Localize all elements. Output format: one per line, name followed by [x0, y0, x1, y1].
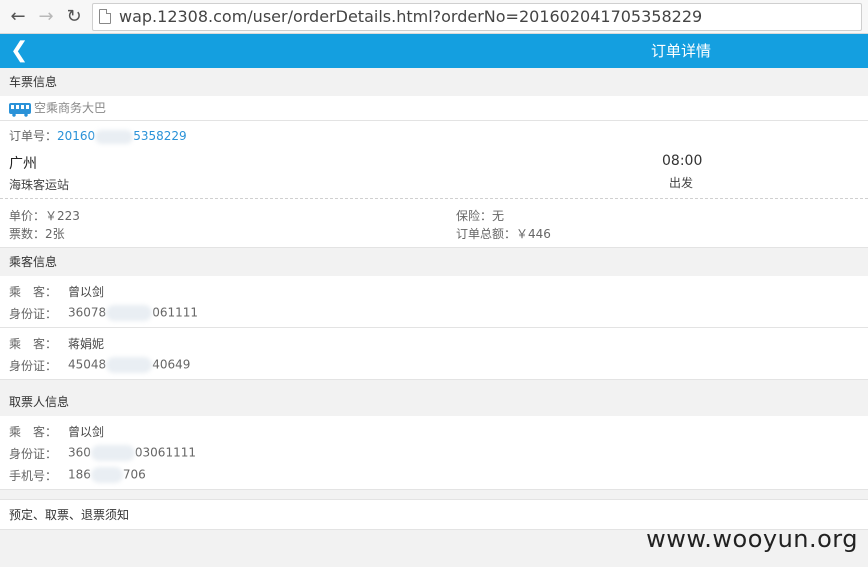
ticket-count: 票数：2张: [9, 225, 65, 242]
passenger-id: 36078 061111: [68, 305, 198, 321]
passenger-name-label: 乘 客：: [9, 285, 58, 299]
passenger-id-prefix: 36078: [68, 305, 107, 320]
watermark: www.wooyun.org: [646, 525, 858, 553]
redaction-blur: [106, 357, 153, 373]
pickup-name: 曾以剑: [68, 425, 105, 439]
passenger-id-prefix: 45048: [68, 357, 107, 372]
order-number-row: 订单号：20160 5358229: [0, 121, 868, 151]
departure-time: 08:00: [662, 153, 703, 169]
page-icon: [99, 9, 111, 24]
departure-city: 广州: [9, 156, 37, 172]
pickup-panel: 乘 客： 曾以剑 身份证： 360 03061111 手机号： 186 706: [0, 416, 868, 490]
insurance: 保险：无: [456, 207, 504, 224]
ticket-panel: 空乘商务大巴 订单号：20160 5358229 广州 海珠客运站 08:00 出…: [0, 96, 868, 248]
insurance-label: 保险：: [456, 209, 493, 223]
unit-price: 单价：￥223: [9, 207, 80, 224]
pickup-section-title: 取票人信息: [0, 388, 868, 416]
back-icon[interactable]: ←: [6, 5, 30, 29]
unit-price-label: 单价：: [9, 209, 46, 223]
ticket-section-title: 车票信息: [0, 68, 868, 96]
price-info: 单价：￥223 票数：2张 保险：无 订单总额：￥446: [0, 198, 868, 248]
browser-toolbar: ← → ↻ wap.12308.com/user/orderDetails.ht…: [0, 0, 868, 34]
forward-icon[interactable]: →: [34, 5, 58, 29]
redaction-blur: [106, 305, 153, 321]
departure-station: 海珠客运站: [9, 178, 70, 192]
insurance-value: 无: [492, 209, 505, 223]
passenger-id-suffix: 40649: [152, 357, 191, 372]
bus-type-row: 空乘商务大巴: [0, 96, 868, 121]
passenger-panel: 乘 客： 曾以剑 身份证： 36078 061111 乘 客： 蒋娟妮 身份证： …: [0, 276, 868, 380]
pickup-id: 360 03061111: [68, 445, 196, 461]
pickup-id-prefix: 360: [68, 445, 91, 460]
pickup-id-suffix: 03061111: [134, 445, 196, 460]
unit-price-value: ￥223: [45, 209, 80, 223]
address-bar[interactable]: wap.12308.com/user/orderDetails.html?ord…: [92, 2, 862, 31]
passenger-id-suffix: 061111: [152, 305, 198, 320]
order-total-label: 订单总额：: [456, 227, 517, 241]
pickup-phone-suffix: 706: [122, 467, 146, 482]
ticket-count-value: 2张: [45, 227, 65, 241]
passenger-name: 蒋娟妮: [68, 337, 105, 351]
reload-icon[interactable]: ↻: [62, 5, 86, 29]
passenger-item: 乘 客： 蒋娟妮 身份证： 45048 40649: [0, 328, 868, 380]
pickup-phone: 186 706: [68, 467, 146, 483]
redaction-blur: [90, 445, 135, 461]
pickup-phone-prefix: 186: [68, 467, 91, 482]
passenger-id-label: 身份证：: [9, 307, 58, 321]
passenger-section-title: 乘客信息: [0, 248, 868, 276]
order-number-prefix: 20160: [57, 129, 96, 143]
passenger-id: 45048 40649: [68, 357, 190, 373]
passenger-id-label: 身份证：: [9, 359, 58, 373]
pickup-phone-label: 手机号：: [9, 469, 58, 483]
passenger-name-label: 乘 客：: [9, 337, 58, 351]
order-total: 订单总额：￥446: [456, 225, 551, 242]
passenger-name: 曾以剑: [68, 285, 105, 299]
order-number-suffix: 5358229: [133, 129, 187, 143]
pickup-info: 乘 客： 曾以剑 身份证： 360 03061111 手机号： 186 706: [0, 416, 868, 490]
bus-type: 空乘商务大巴: [34, 100, 107, 115]
pickup-id-label: 身份证：: [9, 447, 58, 461]
back-button[interactable]: ❮: [10, 39, 34, 63]
page-title: 订单详情: [651, 42, 712, 60]
trip-info: 广州 海珠客运站 08:00 出发: [0, 151, 868, 198]
order-number-label: 订单号：: [9, 129, 58, 143]
departure-label: 出发: [669, 176, 694, 190]
redaction-blur: [90, 467, 123, 483]
url-text[interactable]: wap.12308.com/user/orderDetails.html?ord…: [119, 7, 702, 26]
app-header: ❮ 订单详情: [0, 34, 868, 68]
order-total-value: ￥446: [516, 227, 551, 241]
pickup-name-label: 乘 客：: [9, 425, 58, 439]
redaction-blur: [95, 129, 134, 144]
passenger-item: 乘 客： 曾以剑 身份证： 36078 061111: [0, 276, 868, 328]
ticket-count-label: 票数：: [9, 227, 46, 241]
bus-icon: [9, 102, 31, 117]
